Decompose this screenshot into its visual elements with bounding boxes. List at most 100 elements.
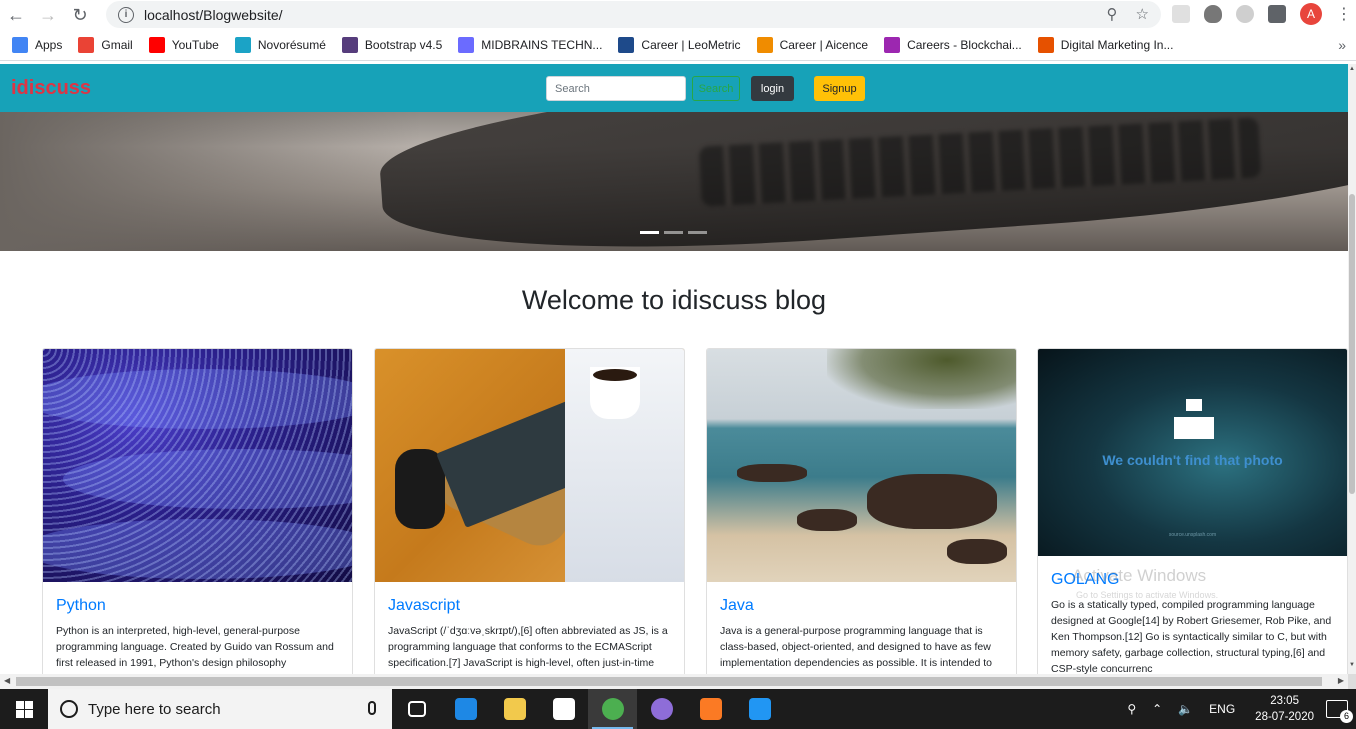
- bookmark-label: Apps: [35, 38, 63, 52]
- chrome-icon: [601, 698, 624, 720]
- activate-windows-subtext: Go to Settings to activate Windows.: [1076, 590, 1219, 600]
- login-button[interactable]: login: [751, 76, 794, 101]
- hero-carousel[interactable]: [0, 112, 1348, 251]
- show-hidden-icons-chevron-icon[interactable]: ⌃: [1152, 702, 1162, 716]
- bookmarks-bar: Apps Gmail YouTube Novorésumé Bootstrap v4.5…: [0, 30, 1356, 61]
- activate-windows-watermark: Activate Windows: [1072, 566, 1207, 585]
- people-icon[interactable]: ⚲: [1127, 702, 1136, 716]
- zoom-icon[interactable]: ⚲: [1107, 5, 1118, 23]
- bookmark-label: Career | LeoMetric: [641, 38, 741, 52]
- language-indicator[interactable]: ENG: [1209, 702, 1235, 716]
- extension-icon[interactable]: [1172, 5, 1190, 23]
- taskbar-app-xampp[interactable]: [686, 689, 735, 729]
- bookmark-item[interactable]: Novorésumé: [234, 37, 326, 53]
- card-title-link[interactable]: Javascript: [388, 597, 460, 615]
- taskbar-app-edge[interactable]: [441, 689, 490, 729]
- card-title-link[interactable]: Java: [720, 597, 754, 615]
- taskbar-app-chrome[interactable]: [588, 689, 637, 729]
- volume-icon[interactable]: 🔈: [1178, 702, 1193, 716]
- blog-card-python: Python Python is an interpreted, high-le…: [42, 348, 353, 674]
- address-bar[interactable]: i localhost/Blogwebsite/ ⚲ ☆: [106, 1, 1161, 28]
- carousel-indicator[interactable]: [664, 231, 683, 234]
- profile-avatar[interactable]: A: [1300, 3, 1322, 25]
- task-view-icon: [407, 701, 426, 717]
- vscode-icon: [748, 698, 771, 720]
- bookmark-label: Careers - Blockchai...: [907, 38, 1022, 52]
- card-image: [375, 349, 684, 582]
- novoresume-icon: [234, 37, 251, 53]
- notification-count-badge: 6: [1340, 710, 1353, 723]
- browser-toolbar: ← → ↻ i localhost/Blogwebsite/ ⚲ ☆ A ⋮: [0, 0, 1356, 30]
- horizontal-scrollbar[interactable]: ◀ ▶: [0, 674, 1348, 689]
- carousel-indicator[interactable]: [640, 231, 659, 234]
- bookmark-item[interactable]: YouTube: [148, 37, 219, 53]
- card-text: Go is a statically typed, compiled progr…: [1051, 599, 1332, 674]
- shield-extension-icon[interactable]: [1204, 5, 1222, 23]
- blog-card-golang: We couldn't find that photo source.unspl…: [1037, 348, 1348, 674]
- bookmark-item[interactable]: Career | Aicence: [756, 37, 868, 53]
- bookmark-star-icon[interactable]: ☆: [1136, 5, 1149, 23]
- horizontal-scroll-thumb[interactable]: [16, 677, 1322, 686]
- taskbar-search-box[interactable]: Type here to search: [48, 689, 392, 729]
- card-image: [43, 349, 352, 582]
- microphone-icon[interactable]: [368, 701, 376, 715]
- forward-arrow-icon[interactable]: →: [32, 0, 64, 30]
- vertical-scroll-thumb[interactable]: [1349, 194, 1355, 494]
- github-desktop-icon: [650, 698, 673, 720]
- card-image: [707, 349, 1016, 582]
- bookmark-item[interactable]: MIDBRAINS TECHN...: [458, 37, 602, 53]
- bookmark-item[interactable]: Bootstrap v4.5: [341, 37, 442, 53]
- puzzle-icon[interactable]: [1268, 5, 1286, 23]
- windows-logo-icon: [15, 700, 33, 718]
- start-button[interactable]: [0, 689, 48, 729]
- taskbar-app-store[interactable]: [539, 689, 588, 729]
- edge-icon: [454, 698, 477, 720]
- blog-card-javascript: Javascript JavaScript (/ˈdʒɑːvəˌskrɪpt/)…: [374, 348, 685, 674]
- clock[interactable]: 23:05 28-07-2020: [1255, 693, 1314, 725]
- taskbar-app-vscode[interactable]: [735, 689, 784, 729]
- leometric-icon: [618, 37, 635, 53]
- card-title-link[interactable]: Python: [56, 597, 106, 615]
- system-tray: ⚲ ⌃ 🔈 ENG 23:05 28-07-2020 6: [1119, 689, 1356, 729]
- carousel-indicator[interactable]: [688, 231, 707, 234]
- taskbar-app-github-desktop[interactable]: [637, 689, 686, 729]
- gmail-icon: [78, 37, 95, 53]
- bookmark-item[interactable]: Gmail: [78, 37, 133, 53]
- taskbar-search-placeholder: Type here to search: [88, 700, 221, 718]
- carousel-shade: [0, 112, 420, 251]
- bookmark-item[interactable]: Digital Marketing In...: [1037, 37, 1173, 53]
- windows-taskbar: Type here to search ⚲ ⌃ 🔈 ENG 23:05 28-0…: [0, 689, 1356, 729]
- camera-extension-icon[interactable]: [1236, 5, 1254, 23]
- bootstrap-icon: [341, 37, 358, 53]
- taskbar-app-task-view[interactable]: [392, 689, 441, 729]
- search-input[interactable]: [546, 76, 686, 101]
- site-info-icon[interactable]: i: [118, 6, 134, 23]
- site-navbar: idiscuss Search login Signup: [0, 64, 1348, 112]
- clock-date: 28-07-2020: [1255, 711, 1314, 723]
- aicence-icon: [756, 37, 773, 53]
- bookmark-item[interactable]: Apps: [12, 37, 62, 53]
- digital-marketing-icon: [1037, 37, 1054, 53]
- back-arrow-icon[interactable]: ←: [0, 0, 32, 30]
- card-text: Python is an interpreted, high-level, ge…: [56, 625, 334, 669]
- blog-card-java: Java Java is a general-purpose programmi…: [706, 348, 1017, 674]
- vertical-scrollbar[interactable]: ▲ ▼: [1348, 64, 1356, 674]
- more-bookmarks-chevron-icon[interactable]: »: [1338, 37, 1346, 53]
- bookmark-label: Novorésumé: [257, 38, 326, 52]
- bookmark-item[interactable]: Career | LeoMetric: [618, 37, 741, 53]
- bookmark-item[interactable]: Careers - Blockchai...: [884, 37, 1022, 53]
- bookmark-label: Gmail: [101, 38, 133, 52]
- bookmark-label: MIDBRAINS TECHN...: [481, 38, 603, 52]
- image-error-message: We couldn't find that photo: [1102, 452, 1283, 468]
- xampp-icon: [699, 698, 722, 720]
- signup-button[interactable]: Signup: [814, 76, 865, 101]
- taskbar-app-file-explorer[interactable]: [490, 689, 539, 729]
- notification-center-icon[interactable]: 6: [1326, 700, 1353, 723]
- site-brand[interactable]: idiscuss: [11, 77, 91, 100]
- unsplash-logo-icon: [1174, 399, 1214, 439]
- search-button[interactable]: Search: [692, 76, 740, 101]
- reload-icon[interactable]: ↻: [64, 0, 96, 30]
- scrollbar-corner: [1348, 674, 1356, 689]
- card-image: We couldn't find that photo source.unspl…: [1038, 349, 1347, 556]
- menu-kebab-icon[interactable]: ⋮: [1336, 4, 1352, 24]
